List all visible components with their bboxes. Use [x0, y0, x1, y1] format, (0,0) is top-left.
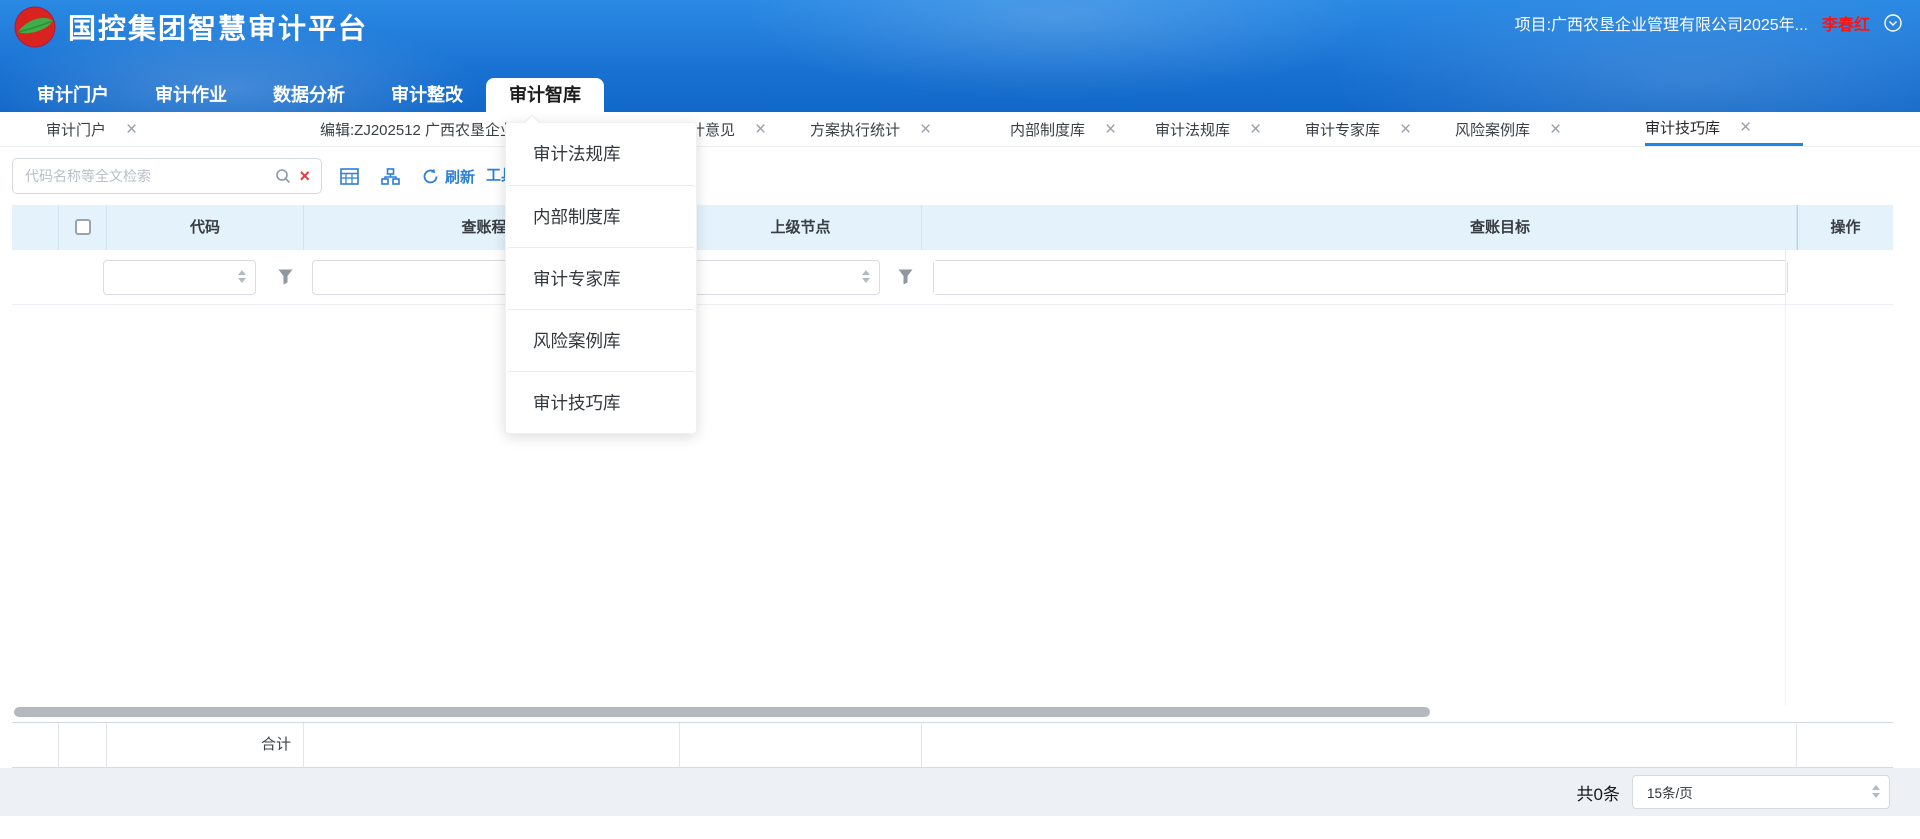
pager: 共0条 15条/页: [1577, 775, 1890, 809]
grid-header-check-target[interactable]: 查账目标: [922, 205, 1797, 250]
check-target-filter-input[interactable]: [934, 261, 1787, 294]
select-updown-icon: [1872, 785, 1880, 798]
open-tabs-bar: 审计门户 × 编辑:ZJ202512 广西农垦企业管理有限公司2... × 交换…: [0, 112, 1920, 147]
code-filter-funnel-icon[interactable]: [278, 269, 293, 285]
search-input[interactable]: [13, 159, 275, 193]
refresh-button[interactable]: 刷新: [422, 166, 475, 187]
horizontal-scrollbar-thumb[interactable]: [14, 707, 1430, 717]
app-title: 国控集团智慧审计平台: [68, 7, 368, 47]
close-icon[interactable]: ×: [920, 120, 931, 139]
menu-item-audit-experts-library[interactable]: 审计专家库: [506, 247, 696, 309]
tab-internal-rules-library[interactable]: 内部制度库 ×: [1010, 112, 1116, 146]
nav-item-audit-portal[interactable]: 审计门户: [14, 78, 132, 112]
grid-body-empty: [12, 305, 1893, 706]
close-icon[interactable]: ×: [126, 120, 137, 139]
code-filter-select[interactable]: [103, 260, 256, 295]
refresh-icon: [422, 168, 439, 185]
menu-item-audit-regulations-library[interactable]: 审计法规库: [506, 123, 696, 185]
clear-search-icon[interactable]: ×: [299, 167, 310, 185]
nav-item-audit-knowledge[interactable]: 审计智库: [486, 78, 604, 112]
close-icon[interactable]: ×: [1550, 120, 1561, 139]
select-updown-icon: [238, 270, 246, 283]
tab-plan-execution-stats[interactable]: 方案执行统计 ×: [810, 112, 931, 146]
toolbar: × 刷新 工具: [0, 147, 1920, 205]
header-right: 项目:广西农垦企业管理有限公司2025年... 李春红: [1515, 11, 1902, 35]
audit-knowledge-dropdown-menu: 审计法规库 内部制度库 审计专家库 风险案例库 审计技巧库: [505, 122, 697, 434]
grid-header-code[interactable]: 代码: [107, 205, 304, 250]
grid-footer-row: 合计: [12, 722, 1893, 768]
menu-item-risk-cases-library[interactable]: 风险案例库: [506, 309, 696, 371]
grid-header-select: [59, 205, 107, 250]
page-size-select[interactable]: 15条/页: [1632, 775, 1890, 809]
hierarchy-view-icon[interactable]: [381, 168, 400, 185]
close-icon[interactable]: ×: [1105, 120, 1116, 139]
app-header: 国控集团智慧审计平台 项目:广西农垦企业管理有限公司2025年... 李春红 审…: [0, 0, 1920, 112]
menu-item-audit-skills-library[interactable]: 审计技巧库: [506, 371, 696, 433]
brand: 国控集团智慧审计平台: [14, 6, 368, 48]
select-updown-icon: [862, 270, 870, 283]
close-icon[interactable]: ×: [1400, 120, 1411, 139]
pinned-column-divider: [1785, 305, 1786, 706]
fulltext-search-box: ×: [12, 158, 322, 194]
nav-item-audit-rectification[interactable]: 审计整改: [368, 78, 486, 112]
tab-audit-regulations-library[interactable]: 审计法规库 ×: [1155, 112, 1261, 146]
tab-audit-portal[interactable]: 审计门户 ×: [46, 112, 137, 146]
table-view-icon[interactable]: [340, 168, 359, 185]
close-icon[interactable]: ×: [1250, 120, 1261, 139]
user-name[interactable]: 李春红: [1822, 11, 1870, 35]
check-target-filter-box: [933, 260, 1788, 295]
current-project-label: 项目:广西农垦企业管理有限公司2025年...: [1515, 11, 1808, 35]
grid-header-parent-node[interactable]: 上级节点: [680, 205, 922, 250]
grid-filter-row: [12, 250, 1893, 305]
menu-item-internal-rules-library[interactable]: 内部制度库: [506, 185, 696, 247]
search-icon[interactable]: [275, 168, 291, 184]
nav-item-data-analysis[interactable]: 数据分析: [250, 78, 368, 112]
refresh-label: 刷新: [445, 166, 475, 187]
pinned-column-divider: [1785, 250, 1786, 305]
total-count-label: 共0条: [1577, 780, 1620, 805]
tab-audit-skills-library[interactable]: 审计技巧库 ×: [1645, 112, 1803, 146]
grid-header-index: [12, 205, 59, 250]
grid-header-actions: 操作: [1797, 205, 1893, 250]
close-icon[interactable]: ×: [1740, 118, 1751, 137]
tab-audit-experts-library[interactable]: 审计专家库 ×: [1305, 112, 1411, 146]
grid-header: 代码 查账程序 上级节点 查账目标 操作: [12, 205, 1893, 250]
totals-label: 合计: [107, 723, 304, 767]
tab-risk-cases-library[interactable]: 风险案例库 ×: [1455, 112, 1561, 146]
parent-node-filter-funnel-icon[interactable]: [898, 269, 913, 285]
app-window: 国控集团智慧审计平台 项目:广西农垦企业管理有限公司2025年... 李春红 审…: [0, 0, 1920, 839]
close-icon[interactable]: ×: [755, 120, 766, 139]
select-all-checkbox[interactable]: [75, 219, 91, 235]
toolbar-icons: 刷新: [340, 147, 475, 205]
pagination-bar: 共0条 15条/页: [0, 768, 1920, 816]
company-logo-icon: [14, 6, 56, 48]
nav-item-audit-work[interactable]: 审计作业: [132, 78, 250, 112]
user-menu-chevron-icon[interactable]: [1884, 14, 1902, 32]
main-nav: 审计门户 审计作业 数据分析 审计整改 审计智库: [14, 78, 604, 112]
